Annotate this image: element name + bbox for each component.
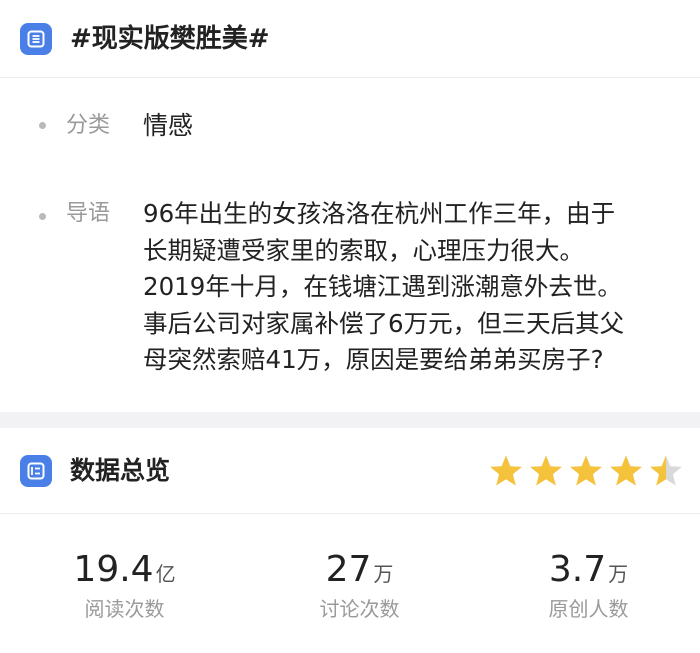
overview-header: 数据总览 [0, 428, 700, 514]
list-chart-icon [20, 455, 52, 487]
topic-header: #现实版樊胜美# [0, 0, 700, 78]
star-icon [570, 455, 602, 486]
star-icon [530, 455, 562, 486]
intro-label: 导语 [66, 201, 111, 226]
stat-number: 3.7 [548, 549, 607, 590]
section-divider [0, 412, 700, 428]
stat-unit: 万 [373, 562, 394, 586]
intro-line: 长期疑遭受家里的索取，心理压力很大。 [143, 235, 584, 265]
star-icon [650, 455, 682, 486]
bullet-dot [39, 213, 46, 220]
intro-line: 2019年十月，在钱塘江遇到涨潮意外去世。 [143, 272, 622, 301]
stat-read-count: 19.4 亿 阅读次数 [8, 546, 241, 624]
intro-line: 事后公司对家属补偿了6万元，但三天后其父 [143, 308, 625, 338]
intro-text: 96年出生的女孩洛洛在杭州工作三年，由于 长期疑遭受家里的索取，心理压力很大。 … [143, 196, 673, 379]
stat-discussion-count: 27 万 讨论次数 [243, 546, 476, 624]
topic-title[interactable]: #现实版樊胜美# [70, 20, 270, 58]
star-icon [490, 455, 522, 486]
category-value: 情感 [143, 111, 194, 140]
stat-label: 讨论次数 [319, 597, 400, 621]
rating-stars [488, 454, 684, 488]
stat-original-count: 3.7 万 原创人数 [472, 546, 700, 624]
intro-row: 导语 96年出生的女孩洛洛在杭州工作三年，由于 长期疑遭受家里的索取，心理压力很… [0, 196, 700, 386]
overview-title: 数据总览 [70, 456, 171, 485]
document-list-icon [20, 23, 52, 55]
intro-line: 96年出生的女孩洛洛在杭州工作三年，由于 [143, 199, 616, 228]
stat-number: 19.4 [73, 549, 154, 590]
category-row: 分类 情感 [0, 108, 700, 148]
stat-unit: 万 [608, 562, 629, 586]
stat-unit: 亿 [155, 562, 176, 586]
star-icon [610, 455, 642, 486]
stat-label: 阅读次数 [84, 597, 165, 621]
stat-label: 原创人数 [548, 597, 629, 621]
intro-line: 母突然索赔41万，原因是要给弟弟买房子? [143, 345, 604, 374]
bullet-dot [39, 122, 46, 129]
stat-number: 27 [325, 549, 372, 590]
category-label: 分类 [66, 113, 111, 138]
